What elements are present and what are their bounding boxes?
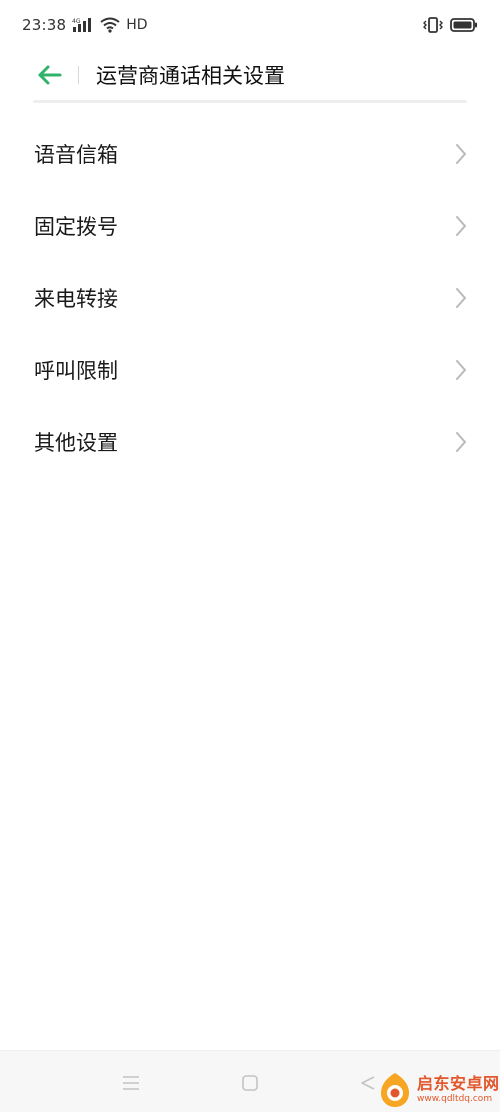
chevron-right-icon	[454, 143, 468, 165]
nav-menu-button[interactable]	[119, 1071, 143, 1095]
back-icon	[361, 1076, 375, 1090]
hd-label: HD	[126, 17, 148, 33]
home-icon	[242, 1075, 258, 1091]
watermark-logo-icon	[381, 1072, 409, 1107]
list-item-label: 语音信箱	[34, 143, 118, 167]
vibrate-icon	[422, 17, 444, 33]
watermark-url: www.qdltdq.com	[417, 1093, 493, 1104]
watermark-name: 启东安卓网	[417, 1073, 500, 1093]
watermark-text: 启东安卓网 www.qdltdq.com	[417, 1073, 500, 1104]
nav-back-button[interactable]	[356, 1071, 380, 1095]
back-arrow-icon	[38, 65, 62, 85]
list-item-call-barring[interactable]: 呼叫限制	[0, 334, 500, 406]
page-title: 运营商通话相关设置	[96, 64, 285, 88]
status-time: 23:38	[22, 16, 67, 34]
chevron-right-icon	[454, 431, 468, 453]
chevron-right-icon	[454, 215, 468, 237]
header-divider	[33, 100, 467, 103]
chevron-right-icon	[454, 287, 468, 309]
status-right	[422, 17, 478, 33]
list-item-call-forwarding[interactable]: 来电转接	[0, 262, 500, 334]
list-item-other-settings[interactable]: 其他设置	[0, 406, 500, 478]
list-item-label: 其他设置	[34, 431, 118, 455]
header-separator	[78, 66, 79, 84]
list-item-label: 固定拨号	[34, 215, 118, 239]
signal-icon: 4G	[72, 17, 94, 33]
status-bar: 23:38 4G HD	[0, 0, 500, 50]
wifi-icon	[100, 17, 120, 33]
list-item-voicemail[interactable]: 语音信箱	[0, 118, 500, 190]
menu-icon	[123, 1076, 139, 1090]
nav-home-button[interactable]	[238, 1071, 262, 1095]
list-item-fixed-dialing[interactable]: 固定拨号	[0, 190, 500, 262]
battery-icon	[450, 17, 478, 33]
list-item-label: 来电转接	[34, 287, 118, 311]
network-label: 4G	[72, 18, 81, 25]
back-button[interactable]	[34, 59, 66, 91]
chevron-right-icon	[454, 359, 468, 381]
status-left: 23:38 4G HD	[22, 16, 148, 34]
list-item-label: 呼叫限制	[34, 359, 118, 383]
settings-list: 语音信箱 固定拨号 来电转接 呼叫限制 其他设置	[0, 118, 500, 478]
header: 运营商通话相关设置	[0, 50, 500, 100]
watermark: 启东安卓网 www.qdltdq.com	[378, 1068, 500, 1111]
